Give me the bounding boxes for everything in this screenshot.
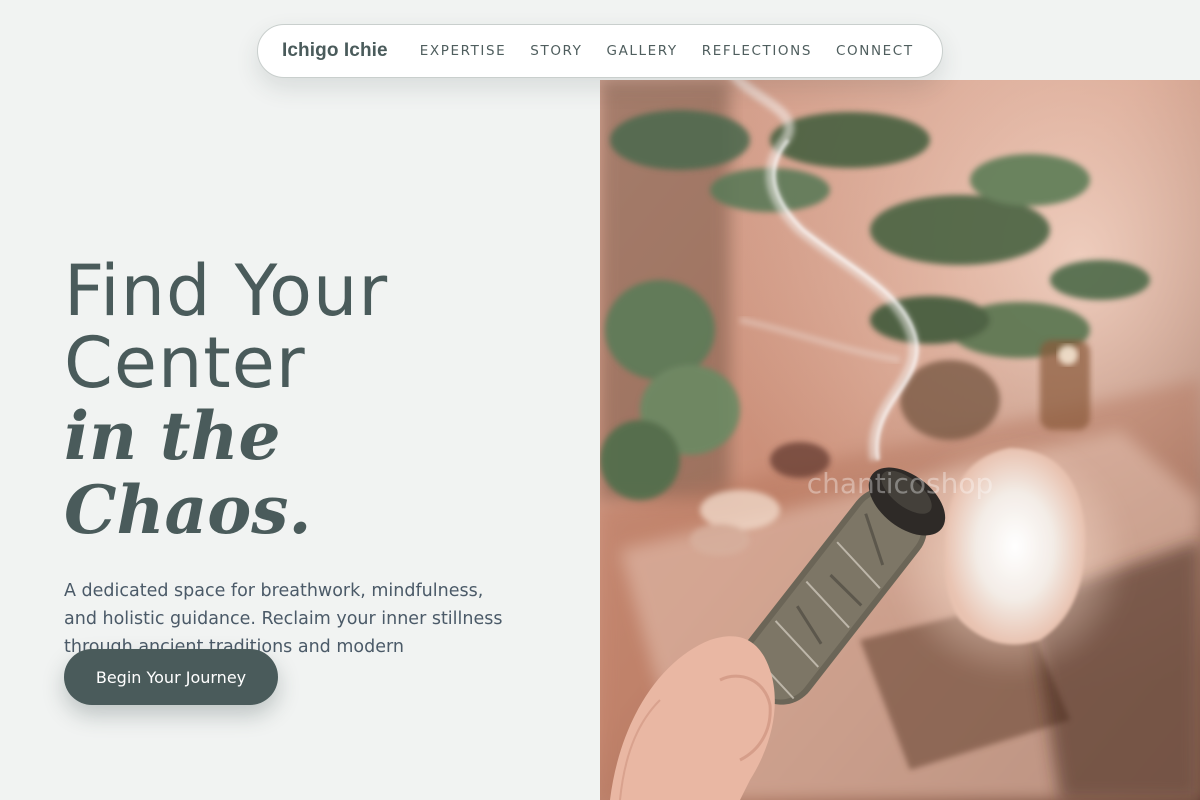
hero-heading: Find Your Center in the Chaos.: [64, 255, 544, 547]
begin-journey-button[interactable]: Begin Your Journey: [64, 649, 278, 705]
nav-link-expertise[interactable]: EXPERTISE: [420, 43, 507, 59]
hero-photo: chanticoshop: [600, 80, 1200, 800]
nav-links: EXPERTISE STORY GALLERY REFLECTIONS CONN…: [420, 43, 914, 59]
sage-smudge-photo: chanticoshop: [600, 80, 1200, 800]
nav-link-story[interactable]: STORY: [530, 43, 582, 59]
nav-link-gallery[interactable]: GALLERY: [607, 43, 678, 59]
hero-section: Find Your Center in the Chaos. A dedicat…: [64, 255, 544, 689]
brand-logo[interactable]: Ichigo Ichie: [282, 40, 388, 62]
hero-heading-line-2: Center: [64, 322, 306, 404]
hero-heading-italic: in the Chaos.: [64, 397, 312, 549]
photo-watermark: chanticoshop: [807, 467, 994, 500]
nav-link-connect[interactable]: CONNECT: [836, 43, 914, 59]
nav-link-reflections[interactable]: REFLECTIONS: [702, 43, 812, 59]
hero-heading-line-1: Find Your: [64, 250, 389, 332]
top-nav: Ichigo Ichie EXPERTISE STORY GALLERY REF…: [257, 24, 943, 78]
